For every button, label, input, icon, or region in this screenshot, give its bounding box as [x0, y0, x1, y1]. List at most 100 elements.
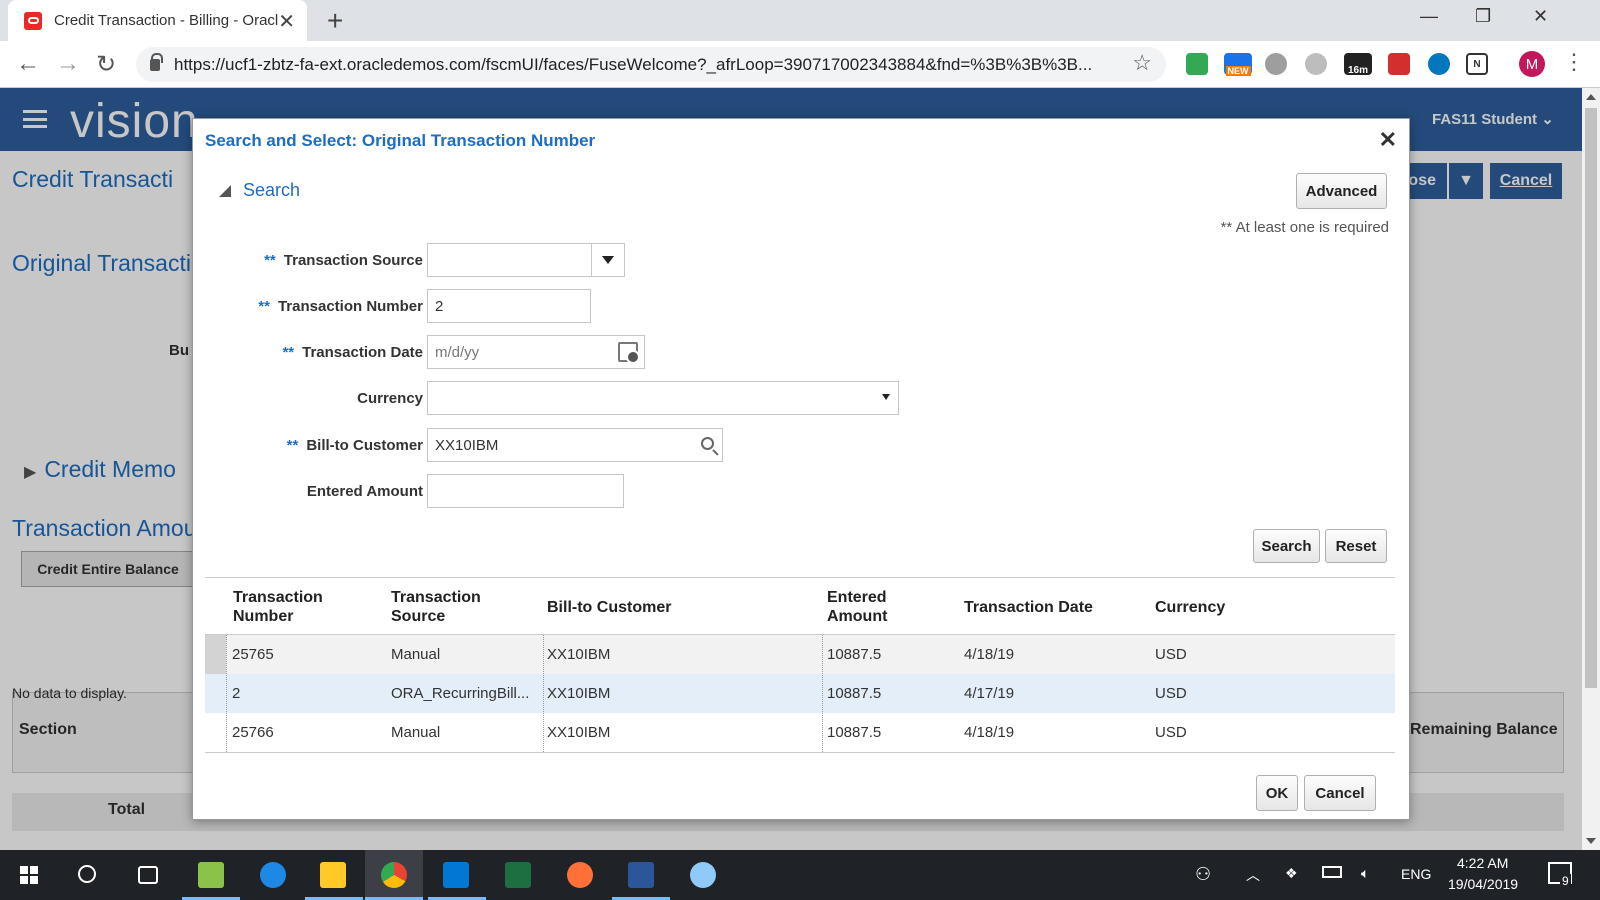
col-transaction-date[interactable]: Transaction Date [964, 578, 1144, 636]
cell-entered-amount: 10887.5 [827, 646, 882, 663]
dialog-close-icon[interactable]: ✕ [1379, 127, 1397, 153]
ok-button[interactable]: OK [1256, 775, 1298, 811]
search-icon[interactable] [701, 437, 714, 450]
excel-app-icon[interactable] [505, 862, 531, 888]
firefox-app-icon[interactable] [567, 862, 593, 888]
bookmark-star-icon[interactable]: ☆ [1132, 50, 1152, 76]
scroll-up-icon[interactable] [1586, 94, 1596, 100]
col-entered-amount[interactable]: Entered Amount [827, 578, 937, 636]
paint-app-icon[interactable] [690, 862, 716, 888]
table-row[interactable]: 25765 Manual XX10IBM 10887.5 4/18/19 USD [205, 635, 1395, 674]
address-bar[interactable]: https://ucf1-zbtz-fa-ext.oracledemos.com… [136, 47, 1166, 82]
battery-icon[interactable] [1322, 866, 1342, 878]
transaction-source-select[interactable] [427, 243, 625, 277]
scroll-down-icon[interactable] [1586, 838, 1596, 844]
restore-button[interactable]: ❐ [1475, 6, 1491, 27]
search-section-toggle[interactable]: Search [219, 180, 300, 201]
chrome-app-icon[interactable] [381, 862, 407, 888]
dialog-cancel-button[interactable]: Cancel [1304, 775, 1376, 811]
extension-circle-icon[interactable] [1305, 53, 1327, 75]
file-explorer-icon[interactable] [320, 862, 346, 888]
browser-menu-icon[interactable]: ⋮ [1563, 49, 1585, 75]
oracle-favicon-icon [24, 11, 42, 30]
row-header[interactable] [205, 635, 226, 674]
language-indicator[interactable]: ENG [1401, 866, 1431, 882]
transaction-number-label: ** Transaction Number [258, 298, 423, 315]
transaction-date-placeholder: m/d/yy [435, 343, 480, 361]
col-transaction-source[interactable]: Transaction Source [391, 578, 531, 636]
table-row[interactable]: 25766 Manual XX10IBM 10887.5 4/18/19 USD [205, 713, 1395, 752]
extension-new-icon[interactable]: NEW [1224, 53, 1252, 76]
people-icon[interactable]: ⚇ [1195, 864, 1211, 885]
cell-transaction-source: Manual [391, 724, 441, 741]
bill-to-customer-value: XX10IBM [435, 436, 499, 454]
word-app-icon[interactable] [628, 862, 654, 888]
cell-entered-amount: 10887.5 [827, 685, 882, 702]
clock-time[interactable]: 4:22 AM [1457, 855, 1508, 871]
col-transaction-number[interactable]: Transaction Number [233, 578, 373, 636]
search-button[interactable]: Search [1253, 529, 1320, 563]
row-header[interactable] [205, 713, 226, 752]
cell-transaction-number: 25766 [232, 724, 274, 741]
cell-transaction-number: 2 [232, 685, 241, 702]
transaction-date-input[interactable]: m/d/yy [427, 335, 645, 369]
profile-avatar[interactable]: M [1519, 51, 1545, 77]
browser-tabstrip: Credit Transaction - Billing - Oracle ✕ … [0, 0, 1600, 41]
currency-select[interactable] [427, 381, 899, 415]
outlook-app-icon[interactable] [443, 862, 469, 888]
url-text[interactable]: https://ucf1-zbtz-fa-ext.oracledemos.com… [174, 55, 1114, 75]
notification-count: 9 [1560, 874, 1571, 888]
page-scrollbar[interactable] [1582, 88, 1600, 850]
search-taskbar-icon[interactable] [78, 865, 96, 883]
cell-entered-amount: 10887.5 [827, 724, 882, 741]
cell-transaction-date: 4/17/19 [964, 685, 1015, 702]
extension-n-icon[interactable]: N [1466, 53, 1488, 75]
back-icon[interactable]: ← [16, 50, 40, 78]
transaction-number-value: 2 [435, 297, 444, 315]
col-bill-to-customer[interactable]: Bill-to Customer [547, 578, 747, 636]
dialog-title: Search and Select: Original Transaction … [205, 131, 596, 150]
required-marker: ** [264, 251, 276, 269]
window-close-button[interactable]: ✕ [1533, 6, 1548, 27]
lock-icon [150, 52, 163, 71]
minimize-button[interactable]: — [1420, 6, 1438, 27]
tab-close-icon[interactable]: ✕ [278, 9, 295, 34]
required-marker: ** [286, 436, 299, 454]
extension-blue-icon[interactable] [1428, 53, 1450, 75]
bill-to-customer-input[interactable]: XX10IBM [427, 428, 723, 462]
cell-bill-to-customer: XX10IBM [547, 646, 611, 663]
column-separator [543, 635, 544, 752]
volume-icon[interactable]: 🔈︎ [1361, 865, 1369, 882]
extension-grey-icon[interactable] [1265, 53, 1287, 75]
dropdown-arrow-icon[interactable] [882, 394, 890, 400]
forward-icon[interactable]: → [56, 50, 80, 78]
new-tab-button[interactable]: + [327, 5, 343, 37]
extension-maps-icon[interactable] [1186, 53, 1208, 75]
calendar-icon[interactable] [618, 342, 640, 364]
tray-chevron-icon[interactable]: ︿ [1246, 865, 1260, 885]
transaction-source-label: ** Transaction Source [264, 252, 423, 269]
row-header[interactable] [205, 674, 226, 713]
extension-timer-icon[interactable]: 16m [1344, 53, 1372, 76]
extension-pdf-icon[interactable] [1388, 53, 1410, 75]
edge-app-icon[interactable] [260, 862, 286, 888]
clock-date[interactable]: 19/04/2019 [1448, 876, 1518, 892]
tab-title: Credit Transaction - Billing - Oracle [54, 12, 278, 29]
transaction-number-input[interactable]: 2 [427, 289, 591, 323]
search-select-dialog: Search and Select: Original Transaction … [192, 118, 1410, 820]
required-marker: ** [282, 343, 295, 361]
entered-amount-label: Entered Amount [306, 482, 423, 500]
task-view-icon[interactable] [138, 866, 158, 884]
dropdown-arrow-icon[interactable] [591, 244, 624, 276]
windows-start-icon[interactable] [20, 866, 38, 884]
table-row-selected[interactable]: 2 ORA_RecurringBill... XX10IBM 10887.5 4… [205, 674, 1395, 713]
advanced-button[interactable]: Advanced [1296, 173, 1387, 209]
browser-tab-active[interactable]: Credit Transaction - Billing - Oracle ✕ [8, 0, 307, 41]
reload-icon[interactable]: ↻ [96, 50, 116, 79]
scrollbar-thumb[interactable] [1585, 108, 1597, 688]
entered-amount-input[interactable] [427, 474, 624, 508]
dropbox-icon[interactable]: ❖ [1285, 865, 1298, 882]
reset-button[interactable]: Reset [1325, 529, 1387, 563]
notepad-app-icon[interactable] [198, 862, 224, 888]
col-currency[interactable]: Currency [1155, 578, 1295, 636]
